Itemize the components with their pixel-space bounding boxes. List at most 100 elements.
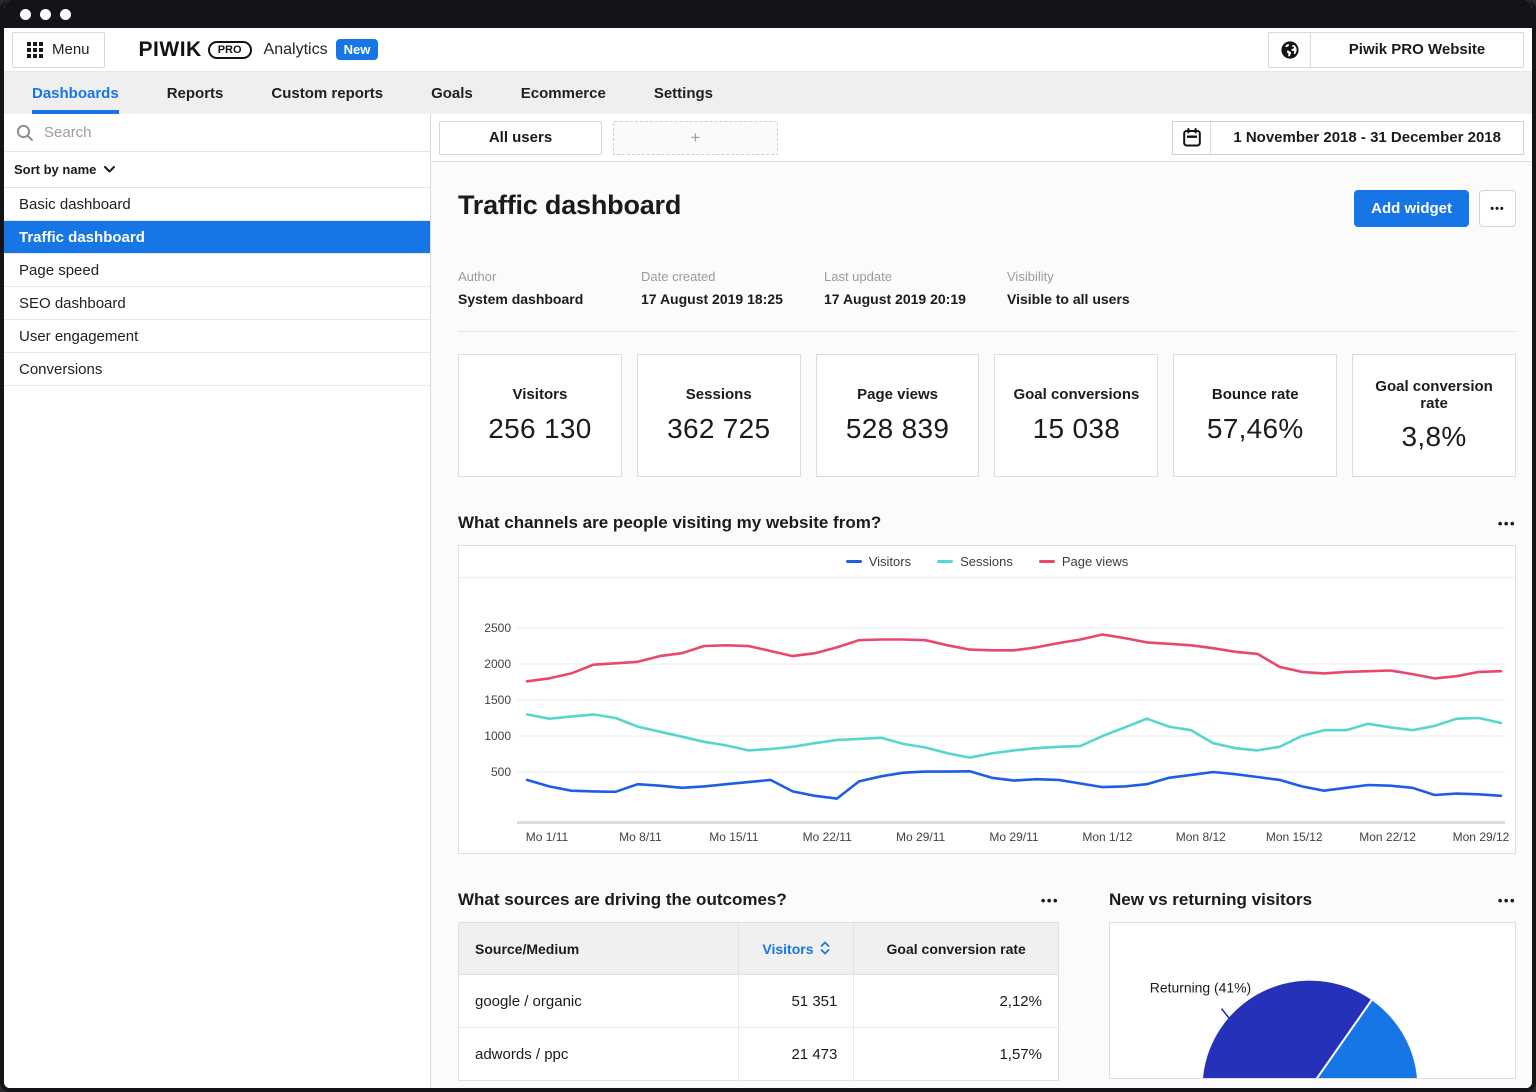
kpi-label: Goal conversion rate: [1375, 377, 1493, 412]
kpi-value: 528 839: [845, 412, 950, 444]
column-header-source-medium[interactable]: Source/Medium: [458, 922, 739, 975]
meta-author: Author System dashboard: [458, 269, 641, 307]
calendar-icon: [1173, 121, 1212, 154]
site-name: Piwik PRO Website: [1348, 41, 1486, 58]
svg-text:Mo 29/11: Mo 29/11: [896, 830, 945, 844]
legend-swatch: [937, 560, 954, 563]
kpi-value: 256 130: [488, 412, 592, 444]
chart-legend: Visitors Sessions Page views: [459, 546, 1515, 578]
menu-button[interactable]: Menu: [12, 31, 105, 68]
svg-text:500: 500: [491, 765, 511, 779]
globe-icon: [1269, 32, 1311, 67]
sidebar-item-seo-dashboard[interactable]: SEO dashboard: [4, 287, 430, 320]
value-cell: 1,57%: [853, 1027, 1059, 1081]
main-panel: All users + 1 November 2018 - 31 Decembe…: [431, 114, 1532, 1088]
dashboard-meta: Author System dashboard Date created 17 A…: [458, 269, 1516, 307]
pie-chart[interactable]: Returning (41%): [1110, 923, 1515, 1079]
segment-all-users-button[interactable]: All users: [439, 120, 602, 155]
kpi-row: Visitors 256 130 Sessions 362 725 Page vie…: [458, 354, 1516, 477]
product-name: Analytics: [263, 40, 328, 58]
column-header-label: Visitors: [762, 940, 814, 957]
channels-widget-title: What channels are people visiting my web…: [458, 513, 882, 532]
date-range-label: 1 November 2018 - 31 December 2018: [1233, 129, 1501, 146]
sources-widget: What sources are driving the outcomes? •…: [458, 890, 1059, 1081]
dashboards-sidebar: Sort by name Basic dashboardTraffic dash…: [4, 114, 431, 1088]
channels-widget: What channels are people visiting my web…: [458, 513, 1516, 854]
sidebar-item-basic-dashboard[interactable]: Basic dashboard: [4, 188, 430, 221]
add-widget-button[interactable]: Add widget: [1354, 190, 1469, 227]
meta-value: 17 August 2019 20:19: [824, 291, 966, 307]
value-cell: 51 351: [738, 974, 855, 1028]
column-header-visitors[interactable]: Visitors: [738, 922, 855, 975]
main-nav: Dashboards Reports Custom reports Goals Ecom…: [4, 72, 1532, 114]
svg-text:Mo 8/11: Mo 8/11: [619, 830, 662, 844]
window-control-dot[interactable]: [20, 8, 31, 20]
kpi-label: Goal conversions: [1013, 386, 1140, 404]
new-vs-returning-more-button[interactable]: •••: [1498, 893, 1516, 908]
window-control-dot[interactable]: [40, 8, 51, 20]
legend-label: Visitors: [868, 554, 912, 569]
sidebar-item-traffic-dashboard[interactable]: Traffic dashboard: [4, 221, 430, 254]
legend-label: Page views: [1061, 554, 1129, 569]
legend-swatch: [845, 560, 862, 563]
new-vs-returning-widget: New vs returning visitors ••• Returning …: [1109, 890, 1516, 1081]
date-range-picker[interactable]: 1 November 2018 - 31 December 2018: [1172, 120, 1524, 155]
sort-by-dropdown[interactable]: Sort by name: [4, 152, 430, 188]
tab-reports[interactable]: Reports: [143, 72, 248, 114]
svg-text:Mon 8/12: Mon 8/12: [1176, 830, 1226, 844]
chevron-down-icon: [104, 166, 116, 173]
legend-item-page-views[interactable]: Page views: [1038, 554, 1129, 569]
tab-dashboards[interactable]: Dashboards: [8, 72, 143, 114]
meta-date-created: Date created 17 August 2019 18:25: [641, 269, 824, 307]
dashboard-list: Basic dashboard Traffic dashboard Page spe…: [4, 188, 430, 386]
kpi-card-visitors: Visitors 256 130: [458, 354, 622, 477]
dashboard-more-button[interactable]: •••: [1479, 190, 1516, 227]
tab-custom-reports[interactable]: Custom reports: [247, 72, 407, 114]
kpi-card-goal-conversion-rate: Goal conversion rate 3,8%: [1352, 354, 1516, 477]
sidebar-item-page-speed[interactable]: Page speed: [4, 254, 430, 287]
page-title: Traffic dashboard: [458, 190, 682, 220]
meta-last-update: Last update 17 August 2019 20:19: [824, 269, 1007, 307]
value-cell: 2,12%: [853, 974, 1059, 1028]
tab-goals[interactable]: Goals: [407, 72, 497, 114]
window-control-dot[interactable]: [60, 8, 71, 20]
kpi-label: Page views: [857, 386, 939, 404]
legend-swatch: [1038, 560, 1055, 563]
table-row-adwords-ppc[interactable]: adwords / ppc 21 473 1,57%: [458, 1027, 1059, 1081]
svg-text:Mon 1/12: Mon 1/12: [1082, 830, 1132, 844]
svg-text:2000: 2000: [484, 657, 511, 671]
column-header-goal-conversion-rate[interactable]: Goal conversion rate: [853, 922, 1059, 975]
add-segment-button[interactable]: +: [613, 120, 778, 155]
sidebar-item-conversions[interactable]: Conversions: [4, 353, 430, 386]
column-header-label: Goal conversion rate: [886, 940, 1026, 957]
svg-text:1000: 1000: [484, 729, 511, 743]
meta-visibility: Visibility Visible to all users: [1007, 269, 1190, 307]
svg-text:Mon 15/12: Mon 15/12: [1266, 830, 1323, 844]
sidebar-item-user-engagement[interactable]: User engagement: [4, 320, 430, 353]
kpi-card-bounce-rate: Bounce rate 57,46%: [1173, 354, 1338, 477]
meta-value: 17 August 2019 18:25: [641, 291, 783, 307]
kpi-value: 15 038: [1032, 412, 1121, 444]
search-box[interactable]: [4, 114, 430, 152]
meta-value: System dashboard: [458, 291, 584, 307]
site-picker[interactable]: Piwik PRO Website: [1268, 31, 1524, 68]
tab-settings[interactable]: Settings: [630, 72, 737, 114]
channels-more-button[interactable]: •••: [1498, 516, 1516, 531]
table-row-google-organic[interactable]: google / organic 51 351 2,12%: [458, 974, 1059, 1028]
sources-more-button[interactable]: •••: [1041, 893, 1059, 908]
app-window: Menu PIWIK PRO Analytics New Piwik PRO W…: [0, 0, 1536, 1092]
svg-text:2500: 2500: [484, 621, 511, 635]
search-input[interactable]: [44, 124, 418, 141]
legend-item-sessions[interactable]: Sessions: [937, 554, 1013, 569]
sources-table: Source/Medium Visitors Goal conversion rat…: [458, 922, 1059, 1081]
sort-icon: [820, 941, 829, 954]
tab-ecommerce[interactable]: Ecommerce: [497, 72, 630, 114]
kpi-label: Bounce rate: [1211, 386, 1299, 404]
meta-label: Visibility: [1007, 269, 1054, 284]
line-chart[interactable]: 500 1000 1500 2000 2500 Mo 1/11 Mo 8/11 Mo 15/1…: [459, 578, 1515, 848]
legend-item-visitors[interactable]: Visitors: [845, 554, 912, 569]
kpi-card-page-views: Page views 528 839: [815, 354, 980, 477]
piwik-pro-logo: PIWIK PRO: [139, 38, 252, 62]
pie-annotation: Returning (41%): [1150, 980, 1251, 996]
meta-label: Author: [458, 269, 497, 284]
